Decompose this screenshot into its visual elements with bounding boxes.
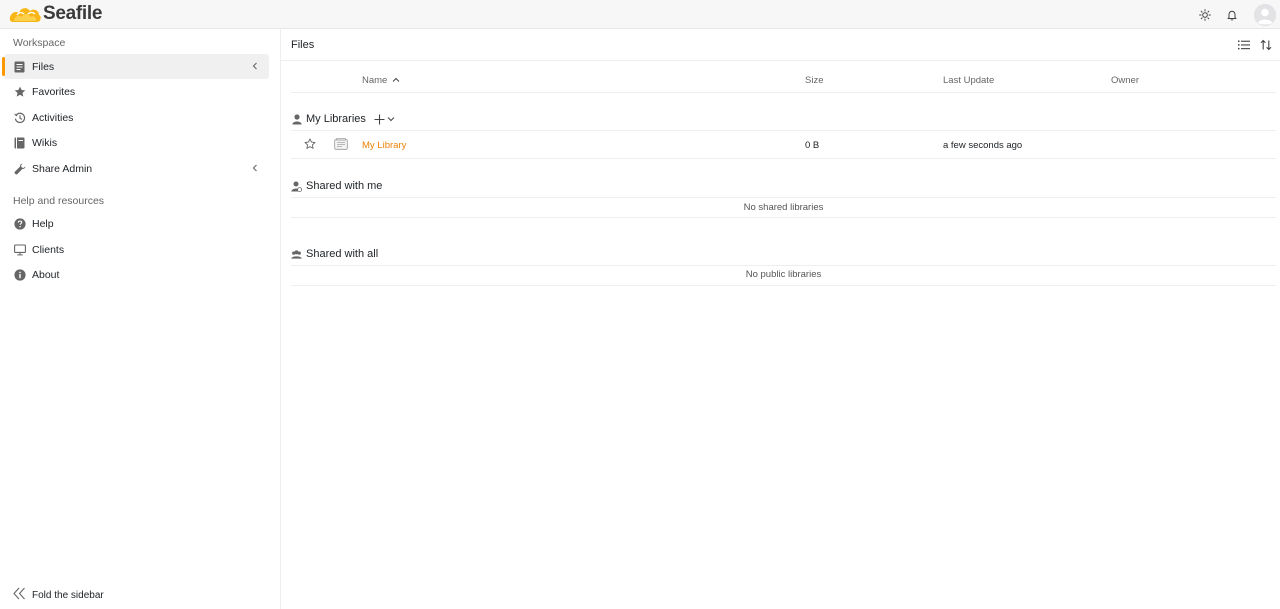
bell-icon[interactable]	[1222, 5, 1242, 25]
column-header-last-update[interactable]: Last Update	[943, 75, 994, 86]
section-divider	[291, 197, 1276, 198]
section-divider	[291, 130, 1276, 131]
chevron-left-icon[interactable]	[249, 60, 261, 72]
wiki-book-icon	[13, 136, 26, 149]
empty-public-message: No public libraries	[745, 269, 822, 280]
sidebar-item-wikis[interactable]: Wikis	[4, 130, 269, 155]
chevron-down-icon	[387, 117, 395, 122]
sidebar-item-label: About	[32, 268, 60, 281]
row-divider	[291, 285, 1276, 286]
info-icon	[13, 268, 26, 281]
star-icon	[13, 85, 26, 98]
main-panel: Files Name Size Last Update Owner My Lib…	[281, 29, 1280, 609]
sidebar-item-label: Wikis	[32, 136, 58, 149]
fold-sidebar-label: Fold the sidebar	[32, 589, 104, 601]
monitor-icon	[13, 243, 26, 256]
sidebar-item-favorites[interactable]: Favorites	[4, 79, 269, 104]
history-icon	[13, 111, 26, 124]
sidebar-item-files[interactable]: Files	[2, 54, 269, 79]
column-header-name[interactable]: Name	[362, 75, 400, 86]
sidebar-item-about[interactable]: About	[4, 262, 269, 287]
header-divider	[291, 92, 1276, 93]
section-shared-with-me: Shared with me	[291, 180, 382, 192]
sidebar-item-help[interactable]: Help	[4, 211, 269, 236]
row-divider	[291, 158, 1276, 159]
wrench-icon	[13, 162, 26, 175]
section-title: My Libraries	[306, 113, 366, 125]
section-title: Shared with all	[306, 248, 379, 260]
user-avatar[interactable]	[1254, 3, 1276, 26]
sidebar-item-label: Help	[32, 217, 54, 230]
library-size: 0 B	[805, 140, 820, 151]
workspace-heading: Workspace	[13, 37, 66, 49]
sidebar: Workspace Files Favorites Activities Wik…	[0, 29, 281, 609]
library-name-link[interactable]: My Library	[362, 140, 406, 151]
double-chevron-left-icon	[13, 587, 26, 603]
user-icon	[291, 113, 302, 125]
list-view-icon[interactable]	[1236, 38, 1252, 52]
file-icon	[13, 60, 26, 73]
page-title: Files	[291, 39, 315, 51]
seafile-logo[interactable]: Seafile	[8, 2, 102, 26]
logo-text: Seafile	[43, 3, 103, 24]
top-bar: Seafile	[0, 0, 1280, 29]
sort-asc-icon	[392, 77, 400, 82]
column-header-size[interactable]: Size	[805, 75, 823, 86]
fold-sidebar-button[interactable]: Fold the sidebar	[13, 586, 104, 604]
star-icon[interactable]	[304, 138, 316, 153]
row-divider	[291, 217, 1276, 218]
plus-icon	[374, 114, 385, 124]
group-icon	[291, 249, 302, 260]
sidebar-item-clients[interactable]: Clients	[4, 237, 269, 262]
sidebar-item-label: Clients	[32, 243, 65, 256]
sidebar-item-label: Activities	[32, 111, 74, 124]
theme-sun-icon[interactable]	[1195, 5, 1215, 25]
empty-shared-message: No shared libraries	[743, 202, 824, 213]
library-icon	[334, 138, 348, 153]
sidebar-item-label: Files	[32, 60, 55, 73]
chevron-left-icon[interactable]	[249, 162, 261, 174]
library-last-update: a few seconds ago	[943, 140, 1023, 151]
section-title: Shared with me	[306, 180, 383, 192]
seafile-logo-icon	[9, 8, 41, 22]
section-my-libraries: My Libraries	[291, 113, 395, 125]
sort-icon[interactable]	[1258, 38, 1274, 52]
help-heading: Help and resources	[13, 195, 105, 207]
shared-user-icon	[291, 181, 302, 192]
sidebar-item-label: Share Admin	[32, 162, 93, 175]
sidebar-item-share-admin[interactable]: Share Admin	[4, 156, 269, 181]
question-icon	[13, 217, 26, 230]
section-divider	[291, 265, 1276, 266]
title-divider	[281, 60, 1280, 61]
sidebar-item-label: Favorites	[32, 85, 76, 98]
add-library-button[interactable]	[374, 114, 395, 125]
sidebar-item-activities[interactable]: Activities	[4, 105, 269, 130]
column-header-owner[interactable]: Owner	[1111, 75, 1139, 86]
section-shared-with-all: Shared with all	[291, 248, 378, 260]
